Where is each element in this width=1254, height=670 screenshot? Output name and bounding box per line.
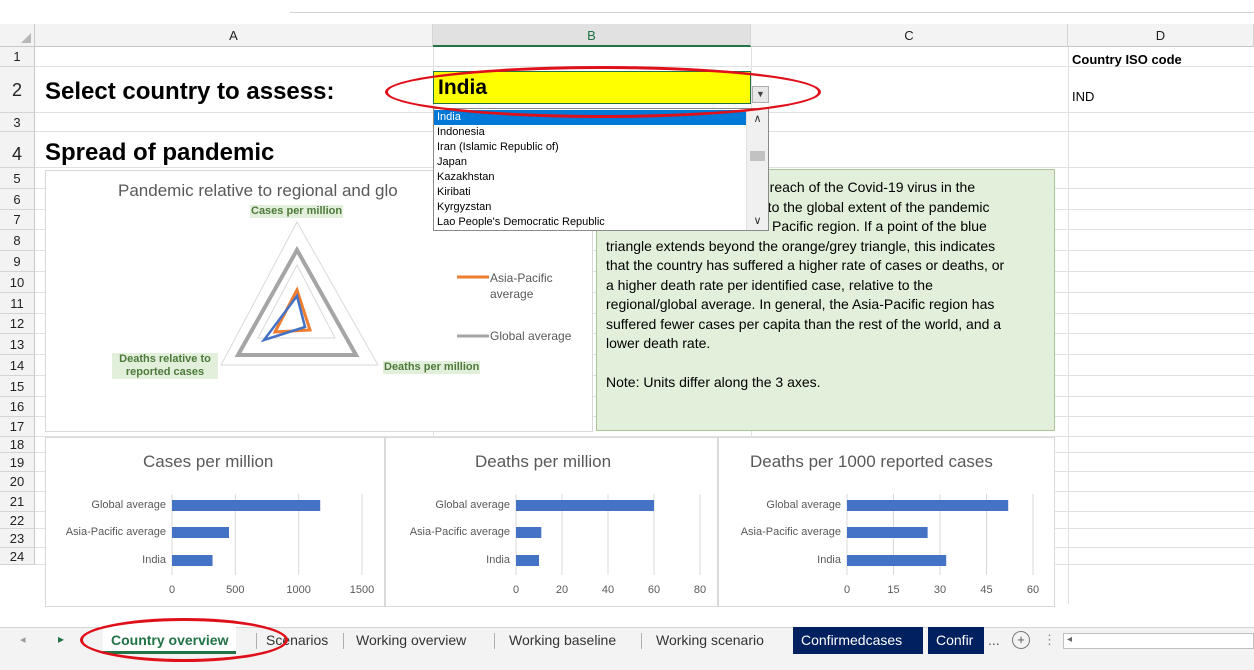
dropdown-item[interactable]: Kyrgyzstan [434, 200, 747, 215]
textbox-line: regional/global average. In general, the… [606, 296, 995, 312]
tab-scroll-left-icon[interactable]: ◂ [20, 633, 26, 646]
radar-axis-label-deaths: Deaths per million [383, 361, 481, 374]
legend-label-asia-pacific: Asia-Pacific average [490, 271, 553, 301]
annotation-ellipse-tab [80, 618, 288, 662]
tab-working-scenario[interactable]: Working scenario [648, 627, 772, 654]
textbox-line: a higher death rate per identified case,… [606, 276, 933, 293]
tab-separator [343, 633, 344, 649]
dropdown-item[interactable]: Iran (Islamic Republic of) [434, 140, 747, 155]
textbox-line: suffered fewer cases per capita than the… [606, 315, 1002, 332]
bar [847, 555, 947, 566]
more-tabs-icon[interactable]: ... [988, 632, 1000, 648]
country-series [260, 293, 307, 343]
radar-axis-label-deaths-relative: Deaths relative to reported cases [112, 353, 218, 379]
tab-separator [494, 633, 495, 649]
tab-working-baseline[interactable]: Working baseline [501, 627, 624, 654]
tab-working-overview[interactable]: Working overview [348, 627, 474, 654]
horizontal-scrollbar[interactable]: ◂ [1063, 633, 1254, 649]
tab-nav-next-icon[interactable]: ▸ [58, 632, 64, 646]
tab-options-icon[interactable]: ⋮ [1043, 632, 1056, 648]
dropdown-item[interactable]: Lao People's Democratic Republic [434, 215, 747, 230]
bar [847, 527, 928, 538]
textbox-line: that the country has suffered a higher r… [606, 257, 1005, 273]
dropdown-scrollbar[interactable]: ∧ ∨ [746, 109, 768, 230]
tab-confir[interactable]: Confir [928, 627, 984, 654]
country-dropdown-list[interactable]: India Indonesia Iran (Islamic Republic of)… [433, 108, 769, 231]
textbox-line: lower death rate. [606, 335, 711, 351]
scroll-down-icon[interactable]: ∨ [747, 214, 768, 227]
textbox-line: Note: Units differ along the 3 axes. [606, 374, 821, 390]
scroll-left-icon[interactable]: ◂ [1067, 634, 1072, 645]
dropdown-item[interactable]: Kiribati [434, 185, 747, 200]
scroll-thumb[interactable] [750, 151, 765, 161]
tab-separator [641, 633, 642, 649]
add-sheet-icon[interactable]: + [1012, 631, 1030, 649]
dropdown-item[interactable]: Kazakhstan [434, 170, 747, 185]
legend-label-global: Global average [490, 329, 572, 343]
textbox-line [606, 354, 1046, 374]
radar-axis-label-cases: Cases per million [250, 205, 344, 218]
tab-confirmedcases[interactable]: Confirmedcases [793, 627, 923, 654]
textbox-line: triangle extends beyond the orange/grey … [606, 237, 996, 254]
dropdown-item[interactable]: Japan [434, 155, 747, 170]
dropdown-item[interactable]: Indonesia [434, 125, 747, 140]
bar [847, 500, 1009, 511]
annotation-ellipse-country-select [385, 66, 821, 118]
scroll-up-icon[interactable]: ∧ [747, 112, 768, 125]
